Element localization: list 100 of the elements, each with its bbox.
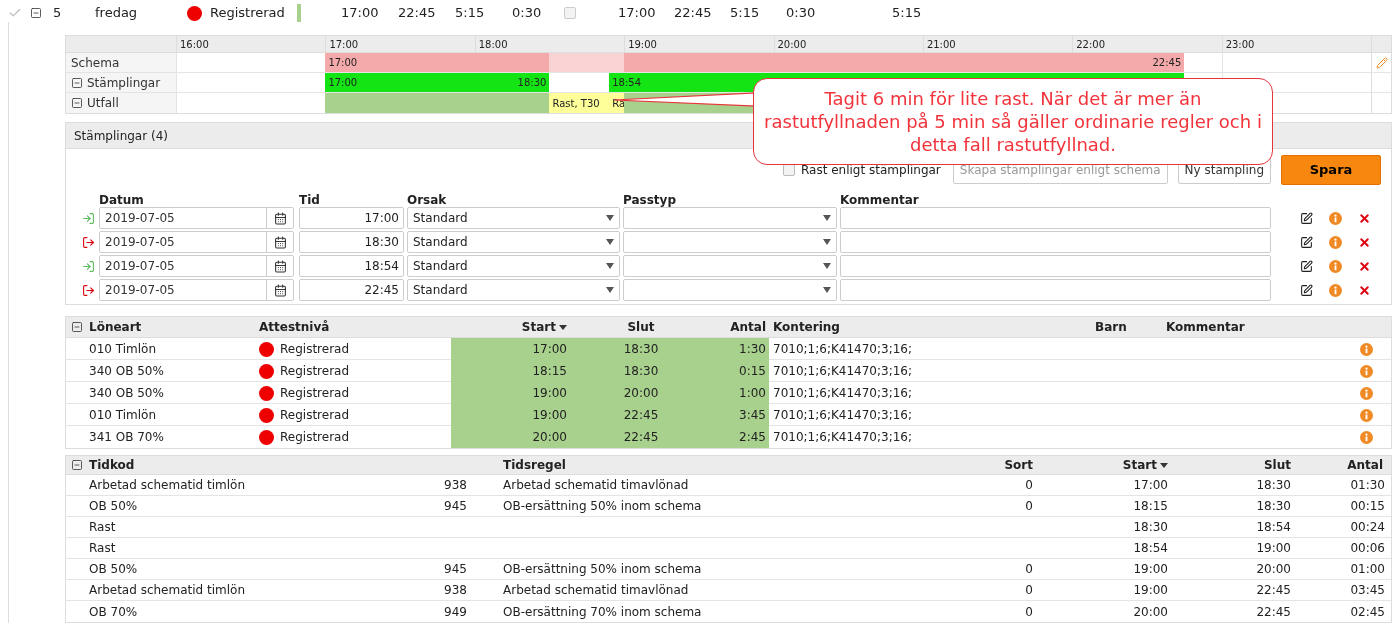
column-header[interactable]: Kontering: [773, 318, 840, 336]
edit-icon[interactable]: [1300, 283, 1313, 297]
column-header[interactable]: Slut: [1263, 456, 1291, 474]
date-field[interactable]: 2019-07-05: [99, 207, 294, 229]
info-icon[interactable]: [1329, 283, 1342, 297]
table-cell-text: Arbetad schematid timavlönad: [503, 582, 690, 599]
info-icon[interactable]: [1359, 342, 1373, 356]
column-header: Datum: [99, 192, 145, 207]
table-cell-text: 20:00: [1132, 603, 1169, 621]
table-cell: 20:00: [451, 426, 569, 448]
calendar-icon[interactable]: [273, 235, 287, 249]
column-header[interactable]: Sort: [1004, 456, 1033, 474]
save-button[interactable]: Spara: [1281, 155, 1381, 185]
table-cell-text: 945: [444, 561, 468, 578]
comment-field[interactable]: [840, 207, 1271, 229]
table-cell: 17:00: [451, 338, 569, 360]
reason-select[interactable]: Standard: [407, 207, 620, 229]
column-header[interactable]: Slut: [627, 318, 655, 336]
date-field[interactable]: 2019-07-05: [99, 279, 294, 301]
date-field[interactable]: 2019-07-05: [99, 231, 294, 253]
column-header[interactable]: Start: [1122, 456, 1157, 474]
table-cell-text: 949: [444, 603, 468, 621]
time-field[interactable]: 17:00: [299, 207, 404, 229]
info-icon[interactable]: [1359, 364, 1373, 378]
table-cell-text: 01:30: [1349, 477, 1386, 494]
delete-icon[interactable]: [1358, 283, 1371, 297]
dropdown-arrow-icon: [606, 215, 614, 221]
status-bar: [297, 4, 301, 22]
info-icon[interactable]: [1359, 408, 1373, 422]
clock-out-icon: [82, 283, 95, 297]
hour-label: 22:00: [1072, 36, 1222, 52]
table-cell: 20:00: [569, 382, 713, 404]
table-cell-text: 18:30: [1255, 498, 1292, 515]
table-cell-text: 938: [444, 477, 468, 494]
delete-icon[interactable]: [1358, 235, 1371, 249]
table-cell-text: 19:00: [1255, 540, 1292, 557]
table-cell-text: Registrerad: [280, 363, 350, 380]
timeline-bar: 22:45: [624, 53, 1185, 72]
delete-icon[interactable]: [1358, 259, 1371, 273]
comment-field[interactable]: [840, 279, 1271, 301]
column-header[interactable]: Start: [521, 318, 556, 336]
edit-icon[interactable]: [1300, 211, 1313, 225]
collapse-icon[interactable]: [30, 7, 42, 19]
info-icon[interactable]: [1359, 430, 1373, 444]
reason-select[interactable]: Standard: [407, 231, 620, 253]
total-time: 5:15: [892, 4, 922, 23]
table-cell-text: 03:45: [1349, 582, 1386, 599]
column-header[interactable]: Kommentar: [1166, 318, 1245, 336]
reason-select[interactable]: Standard: [407, 255, 620, 277]
time-field[interactable]: 22:45: [299, 279, 404, 301]
column-header[interactable]: Barn: [1095, 318, 1127, 336]
hour-label: 21:00: [922, 36, 1073, 52]
table-cell: 18:15: [451, 360, 569, 382]
column-header[interactable]: Antal: [1347, 456, 1383, 474]
sort-desc-icon[interactable]: [559, 324, 567, 330]
dropdown-arrow-icon: [823, 239, 831, 245]
timeline-row-label: Utfall: [87, 95, 119, 112]
table-cell: 2:45: [713, 426, 769, 448]
timeline-row-label: Stämplingar: [87, 74, 161, 92]
table-cell-text: Rast: [89, 540, 117, 557]
info-icon[interactable]: [1329, 235, 1342, 249]
column-header[interactable]: Antal: [730, 318, 766, 336]
sort-desc-icon[interactable]: [1160, 462, 1168, 468]
info-icon[interactable]: [1359, 386, 1373, 400]
hour-label: 23:00: [1221, 36, 1371, 52]
calendar-icon[interactable]: [273, 283, 287, 297]
collapse-icon[interactable]: [71, 321, 83, 333]
hour-label: 17:00: [325, 36, 475, 52]
collapse-icon[interactable]: [71, 97, 83, 109]
date-field[interactable]: 2019-07-05: [99, 255, 294, 277]
column-header[interactable]: Attestnivå: [259, 318, 330, 336]
timeline-bar: 17:00 18:30: [325, 73, 550, 92]
column-header[interactable]: Löneart: [89, 318, 142, 336]
collapse-icon[interactable]: [71, 459, 83, 471]
table-cell-text: 20:00: [1255, 561, 1292, 578]
time-field[interactable]: 18:54: [299, 255, 404, 277]
time-field[interactable]: 18:30: [299, 231, 404, 253]
column-header: Passtyp: [623, 192, 677, 207]
collapse-icon[interactable]: [71, 76, 83, 89]
delete-icon[interactable]: [1358, 211, 1371, 225]
table-cell-text: 00:06: [1349, 540, 1386, 557]
edit-icon[interactable]: [1300, 259, 1313, 273]
calendar-icon[interactable]: [273, 259, 287, 273]
day-checkbox[interactable]: [564, 7, 576, 19]
comment-field[interactable]: [840, 231, 1271, 253]
table-cell-text: Rast: [89, 519, 117, 536]
table-cell-text: 22:45: [1255, 582, 1292, 599]
table-cell: 19:00: [451, 404, 569, 426]
reason-select[interactable]: Standard: [407, 279, 620, 301]
column-header[interactable]: Tidsregel: [503, 456, 566, 474]
edit-icon[interactable]: [1300, 235, 1313, 249]
comment-field[interactable]: [840, 255, 1271, 277]
time-value: 17:00: [618, 4, 657, 23]
timeline-bar: Ra: [609, 93, 625, 113]
day-number: 5: [53, 4, 63, 23]
calendar-icon[interactable]: [273, 211, 287, 225]
table-cell-text: 0: [1024, 498, 1034, 515]
column-header[interactable]: Tidkod: [89, 456, 135, 474]
info-icon[interactable]: [1329, 259, 1342, 273]
info-icon[interactable]: [1329, 211, 1342, 225]
